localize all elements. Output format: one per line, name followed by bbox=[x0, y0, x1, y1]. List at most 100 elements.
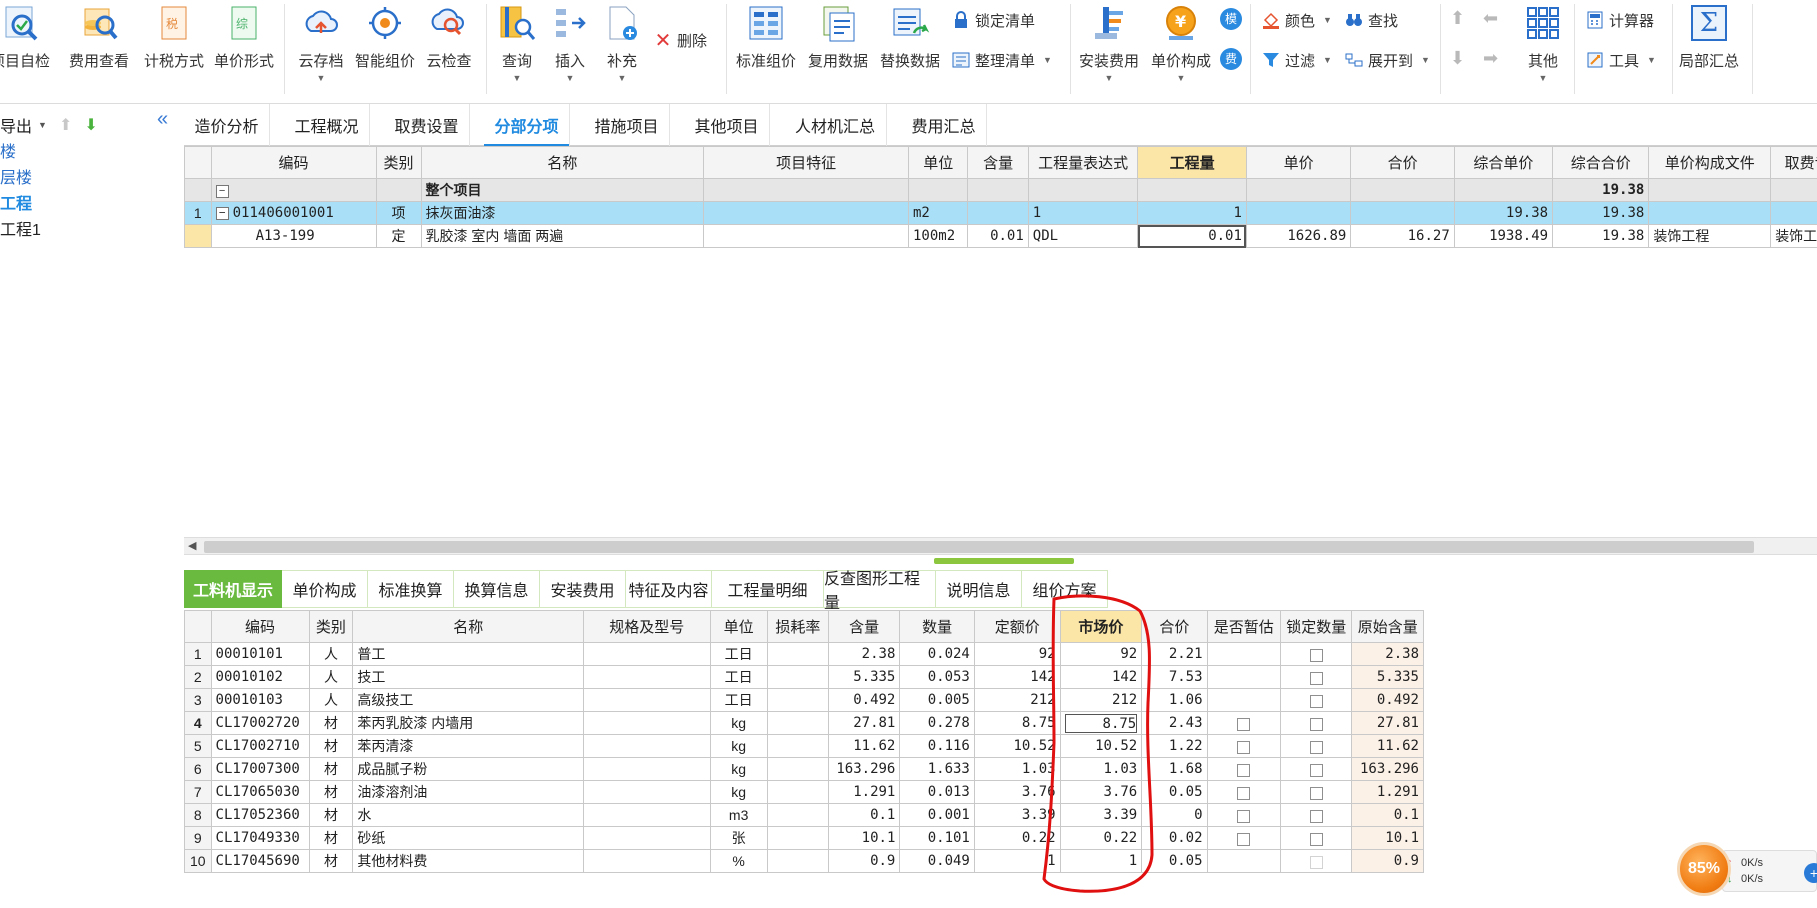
lock-list-button[interactable]: 锁定清单 bbox=[952, 8, 1035, 32]
tab-detail[interactable]: 工料机显示 bbox=[184, 570, 282, 608]
lock-qty-cell[interactable] bbox=[1280, 757, 1353, 781]
lock-qty-checkbox[interactable] bbox=[1309, 786, 1323, 800]
column-header[interactable]: 工程量表达式 bbox=[1027, 146, 1139, 179]
move-down-icon[interactable]: ⬇ bbox=[84, 115, 97, 135]
column-header[interactable]: 单位 bbox=[907, 146, 969, 179]
lock-qty-cell[interactable] bbox=[1280, 711, 1353, 735]
type-cell[interactable]: 材 bbox=[308, 780, 354, 804]
fee-cell[interactable] bbox=[1770, 201, 1817, 225]
smart-price-button[interactable]: 智能组价 bbox=[352, 0, 418, 84]
total-cell[interactable]: 19.38 bbox=[1552, 224, 1650, 248]
qty-cell[interactable]: 0.001 bbox=[899, 803, 975, 827]
content-cell[interactable]: 11.62 bbox=[827, 734, 901, 758]
project-check-button[interactable]: 项目自检 bbox=[0, 0, 58, 84]
name-cell[interactable]: 油漆溶剂油 bbox=[352, 780, 585, 804]
tab-detail[interactable]: 单价构成 bbox=[282, 570, 368, 608]
market-price-cell[interactable]: 212 bbox=[1059, 688, 1143, 712]
expr-cell[interactable]: 1 bbox=[1027, 201, 1139, 225]
code-cell[interactable]: 00010103 bbox=[210, 688, 310, 712]
content-cell[interactable]: 0.1 bbox=[827, 803, 901, 827]
estimate-cell[interactable] bbox=[1206, 757, 1282, 781]
expr-cell[interactable]: QDL bbox=[1027, 224, 1139, 248]
delete-button[interactable]: ✕ 删除 bbox=[654, 28, 707, 52]
column-header[interactable]: 锁定数量 bbox=[1280, 610, 1353, 643]
amount-cell[interactable]: 0.02 bbox=[1141, 826, 1208, 850]
original-content-cell[interactable]: 5.335 bbox=[1351, 665, 1424, 689]
column-header[interactable]: 数量 bbox=[899, 610, 975, 643]
name-cell[interactable]: 砂纸 bbox=[352, 826, 585, 850]
content-cell[interactable]: 0.01 bbox=[967, 224, 1029, 248]
market-price-cell[interactable]: 1 bbox=[1059, 849, 1143, 873]
tree-item[interactable]: 楼 bbox=[0, 138, 16, 162]
code-cell[interactable]: 00010102 bbox=[210, 665, 310, 689]
estimate-cell[interactable] bbox=[1206, 688, 1282, 712]
spec-cell[interactable] bbox=[583, 849, 711, 873]
code-cell[interactable]: CL17052360 bbox=[210, 803, 310, 827]
table-row[interactable]: 1 00010101 人普工 工日 2.38 0.024 92 92 2.21 2.38 bbox=[184, 642, 1424, 666]
quota-cell[interactable]: 1 bbox=[973, 849, 1061, 873]
table-row[interactable]: 1 −011406001001 项抹灰面油漆 m2 1 1 19.38 19.38 bbox=[184, 201, 1817, 225]
type-cell[interactable]: 定 bbox=[375, 224, 422, 248]
tab-detail[interactable]: 反查图形工程量 bbox=[824, 570, 936, 612]
unit-cell[interactable]: kg bbox=[709, 734, 768, 758]
column-header[interactable]: 类别 bbox=[375, 146, 422, 179]
column-header[interactable]: 损耗率 bbox=[766, 610, 829, 643]
type-cell[interactable]: 材 bbox=[308, 757, 354, 781]
amount-cell[interactable]: 0.05 bbox=[1141, 780, 1208, 804]
content-cell[interactable]: 27.81 bbox=[827, 711, 901, 735]
price-cell[interactable] bbox=[1245, 201, 1352, 225]
partial-sum-button[interactable]: Σ 局部汇总 bbox=[1676, 0, 1742, 84]
spec-cell[interactable] bbox=[583, 757, 711, 781]
type-cell[interactable]: 材 bbox=[308, 849, 354, 873]
unit-cell[interactable]: kg bbox=[709, 780, 768, 804]
column-header[interactable]: 综合单价 bbox=[1453, 146, 1554, 179]
code-cell[interactable]: CL17007300 bbox=[210, 757, 310, 781]
table-row[interactable]: 3 00010103 人高级技工 工日 0.492 0.005 212 212 1.06 0.49… bbox=[184, 688, 1424, 712]
loss-cell[interactable] bbox=[766, 665, 829, 689]
content-cell[interactable]: 163.296 bbox=[827, 757, 901, 781]
pane-splitter[interactable] bbox=[934, 558, 1074, 564]
estimate-checkbox[interactable] bbox=[1237, 832, 1251, 846]
tab-detail[interactable]: 标准换算 bbox=[368, 570, 454, 608]
lock-qty-cell[interactable] bbox=[1280, 826, 1353, 850]
column-header[interactable]: 合价 bbox=[1141, 610, 1208, 643]
lock-qty-checkbox[interactable] bbox=[1309, 740, 1323, 754]
tab-main[interactable]: 工程概况 bbox=[284, 104, 370, 146]
horizontal-scrollbar[interactable]: ◀ bbox=[184, 537, 1817, 555]
loss-cell[interactable] bbox=[766, 803, 829, 827]
amount-cell[interactable]: 16.27 bbox=[1350, 224, 1455, 248]
scrollbar-thumb[interactable] bbox=[204, 541, 1754, 553]
tab-detail[interactable]: 换算信息 bbox=[454, 570, 540, 608]
code-cell[interactable]: 00010101 bbox=[210, 642, 310, 666]
name-cell[interactable]: 苯丙乳胶漆 内墙用 bbox=[352, 711, 585, 735]
market-price-cell[interactable]: 92 bbox=[1059, 642, 1143, 666]
type-cell[interactable]: 人 bbox=[308, 688, 354, 712]
lock-qty-cell[interactable] bbox=[1280, 780, 1353, 804]
replace-data-button[interactable]: 替换数据 bbox=[876, 0, 944, 84]
loss-cell[interactable] bbox=[766, 688, 829, 712]
qty-cell[interactable]: 0.116 bbox=[899, 734, 975, 758]
file-cell[interactable] bbox=[1648, 201, 1772, 225]
tree-toggle-cell[interactable]: − bbox=[210, 178, 377, 202]
type-cell[interactable]: 项 bbox=[375, 201, 422, 225]
code-cell[interactable]: CL17049330 bbox=[210, 826, 310, 850]
qty-cell[interactable]: 0.101 bbox=[899, 826, 975, 850]
tab-detail[interactable]: 说明信息 bbox=[936, 570, 1022, 608]
mo-badge-button[interactable]: 模 bbox=[1220, 8, 1242, 30]
tab-detail[interactable]: 组价方案 bbox=[1022, 570, 1108, 608]
qty-cell[interactable]: 0.013 bbox=[899, 780, 975, 804]
tax-method-button[interactable]: 税 计税方式 bbox=[139, 0, 209, 84]
column-header[interactable]: 单价 bbox=[1245, 146, 1352, 179]
column-header[interactable]: 编码 bbox=[210, 610, 310, 643]
column-header[interactable]: 是否暂估 bbox=[1206, 610, 1282, 643]
original-content-cell[interactable]: 1.291 bbox=[1351, 780, 1424, 804]
spec-cell[interactable] bbox=[583, 665, 711, 689]
column-header[interactable]: 合价 bbox=[1350, 146, 1455, 179]
lock-qty-cell[interactable] bbox=[1280, 849, 1353, 873]
estimate-cell[interactable] bbox=[1206, 803, 1282, 827]
original-content-cell[interactable]: 0.9 bbox=[1351, 849, 1424, 873]
name-cell[interactable]: 水 bbox=[352, 803, 585, 827]
query-button[interactable]: 查询 ▼ bbox=[492, 0, 542, 84]
type-cell[interactable]: 材 bbox=[308, 734, 354, 758]
name-cell[interactable]: 其他材料费 bbox=[352, 849, 585, 873]
